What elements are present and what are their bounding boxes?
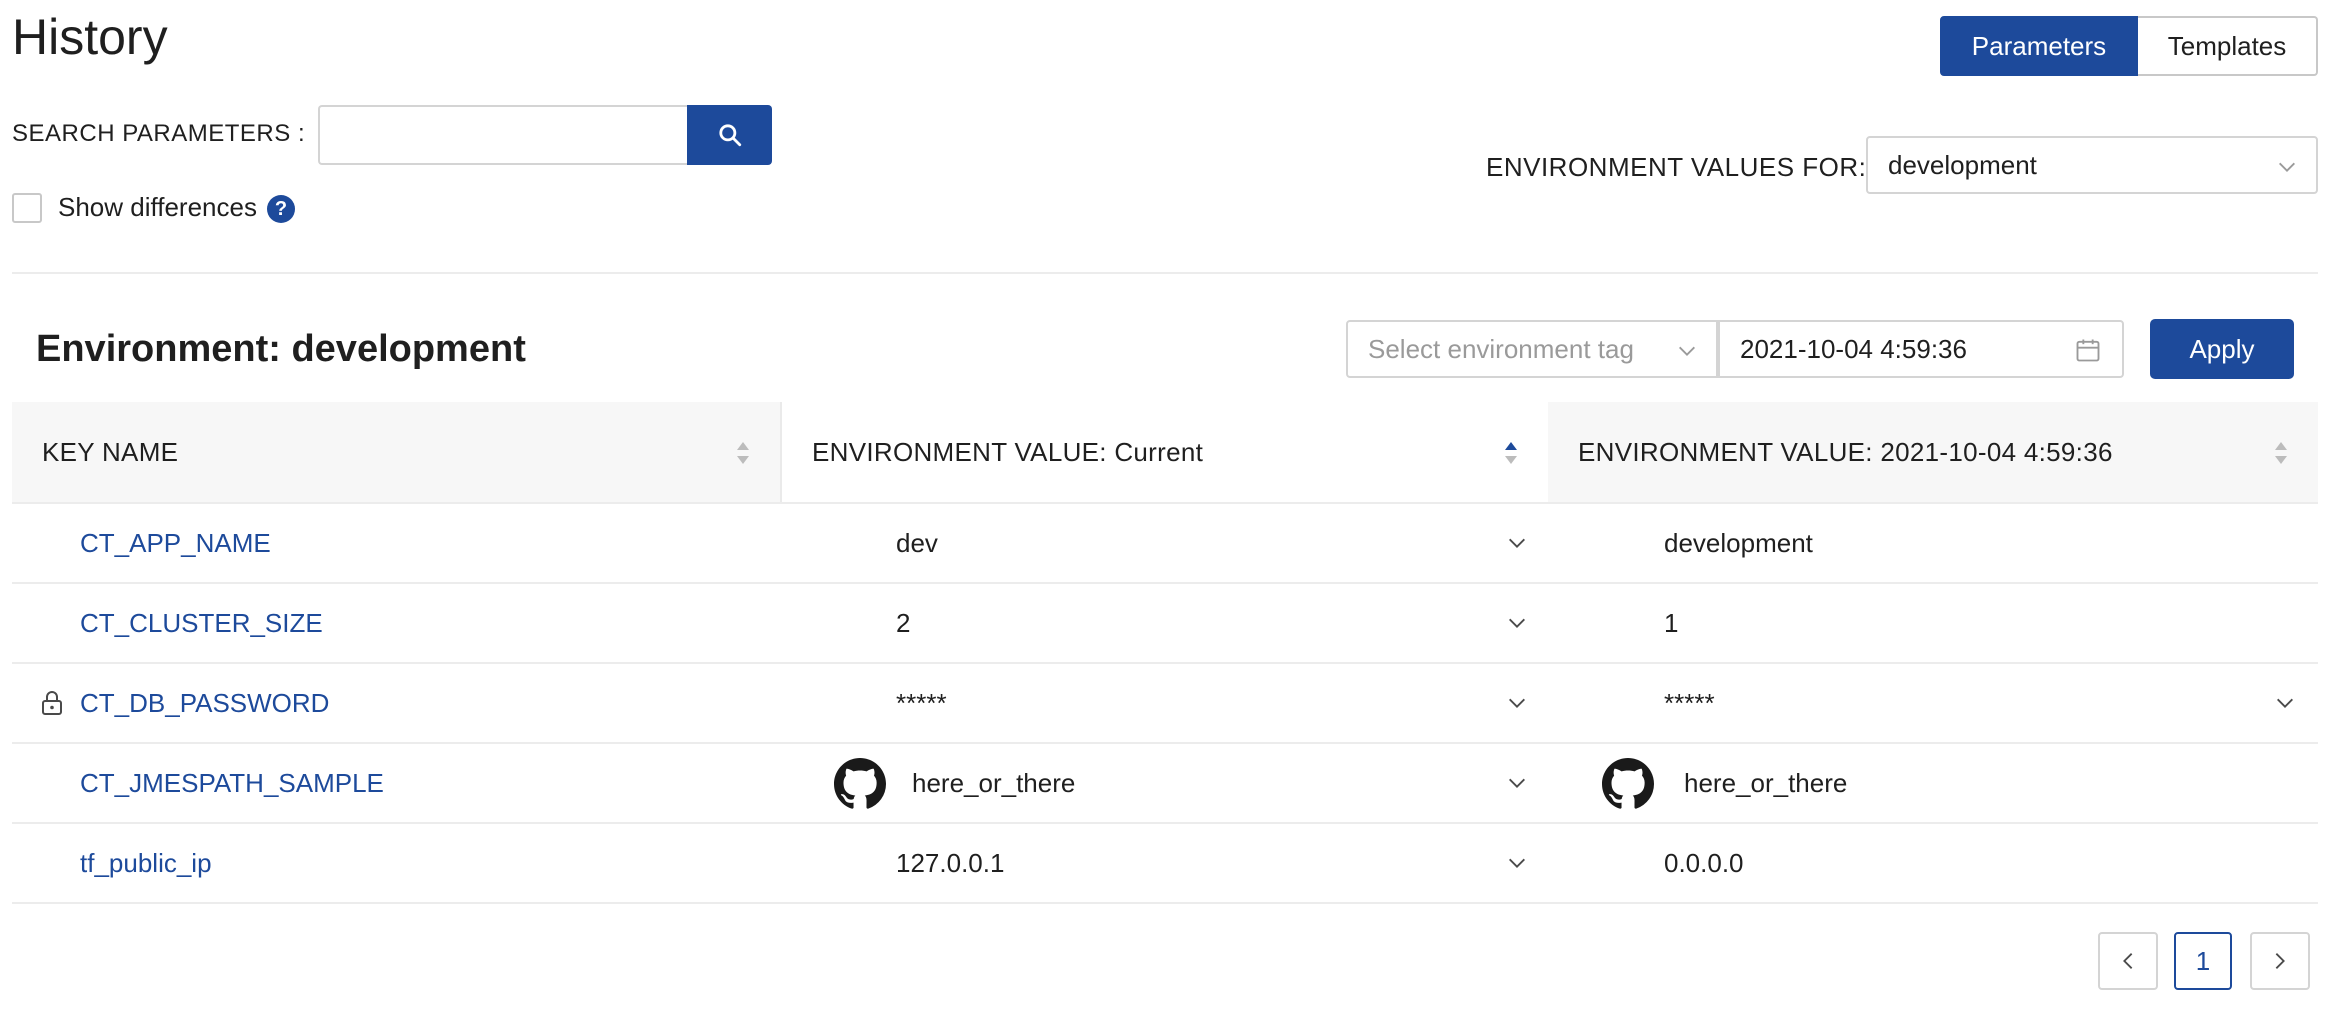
environment-values-label: ENVIRONMENT VALUES FOR: <box>1486 152 1867 182</box>
view-toggle: Parameters Templates <box>1940 16 2318 76</box>
chevron-down-icon[interactable] <box>1506 692 1528 714</box>
table-row: CT_APP_NAME dev development <box>12 504 2318 584</box>
parameters-tab-button[interactable]: Parameters <box>1940 16 2138 76</box>
section-divider <box>12 272 2318 274</box>
section-title: Environment: development <box>36 328 526 370</box>
compare-value: ***** <box>1664 687 1715 718</box>
help-icon[interactable]: ? <box>266 195 295 223</box>
table-row: CT_JMESPATH_SAMPLE here_or_there here_or… <box>12 744 2318 824</box>
pagination-prev-button[interactable] <box>2098 932 2158 990</box>
date-picker-input[interactable]: 2021-10-04 4:59:36 <box>1718 320 2124 378</box>
key-name-link[interactable]: CT_CLUSTER_SIZE <box>80 584 323 662</box>
page-title: History <box>12 9 168 65</box>
current-value: 127.0.0.1 <box>896 847 1005 878</box>
current-value: dev <box>896 527 938 558</box>
table-row: CT_CLUSTER_SIZE 2 1 <box>12 584 2318 664</box>
chevron-right-icon <box>2275 953 2285 969</box>
sort-icon[interactable] <box>1504 440 1518 466</box>
column-header-label: ENVIRONMENT VALUE: 2021-10-04 4:59:36 <box>1578 436 2113 467</box>
chevron-down-icon[interactable] <box>1506 852 1528 874</box>
date-picker-value: 2021-10-04 4:59:36 <box>1740 333 1967 364</box>
current-value: 2 <box>896 607 911 638</box>
compare-value: development <box>1664 527 1813 558</box>
github-icon <box>1602 758 1654 809</box>
column-header-compare-value[interactable]: ENVIRONMENT VALUE: 2021-10-04 4:59:36 <box>1548 402 2318 502</box>
table-row: tf_public_ip 127.0.0.1 0.0.0.0 <box>12 824 2318 904</box>
chevron-down-icon[interactable] <box>1506 772 1528 794</box>
lock-icon <box>42 691 62 715</box>
chevron-down-icon[interactable] <box>2274 692 2296 714</box>
chevron-left-icon <box>2123 953 2133 969</box>
table-row: CT_DB_PASSWORD ***** ***** <box>12 664 2318 744</box>
chevron-down-icon <box>2279 162 2295 172</box>
show-differences-label: Show differences <box>58 192 257 222</box>
pagination-page-button[interactable]: 1 <box>2174 932 2232 990</box>
current-value: ***** <box>896 687 947 718</box>
column-header-label: ENVIRONMENT VALUE: Current <box>812 436 1204 467</box>
search-icon <box>718 124 741 147</box>
apply-button[interactable]: Apply <box>2150 319 2294 379</box>
table-header: KEY NAME ENVIRONMENT VALUE: Current ENVI… <box>12 402 2318 504</box>
search-button[interactable] <box>687 105 772 165</box>
compare-value: 0.0.0.0 <box>1664 847 1744 878</box>
column-header-label: KEY NAME <box>42 436 179 467</box>
chevron-down-icon <box>1679 346 1695 356</box>
github-icon <box>834 758 886 809</box>
environment-tag-select[interactable]: Select environment tag <box>1346 320 1718 378</box>
compare-value: here_or_there <box>1684 767 1848 798</box>
show-differences-checkbox[interactable] <box>12 192 42 223</box>
parameters-table: KEY NAME ENVIRONMENT VALUE: Current ENVI… <box>12 402 2318 904</box>
environment-select[interactable]: development <box>1866 136 2318 194</box>
pagination-next-button[interactable] <box>2250 932 2310 990</box>
environment-select-value: development <box>1888 149 2037 180</box>
chevron-down-icon[interactable] <box>1506 532 1528 554</box>
key-name-link[interactable]: tf_public_ip <box>80 824 212 902</box>
key-name-link[interactable]: CT_DB_PASSWORD <box>80 664 329 742</box>
chevron-down-icon[interactable] <box>1506 612 1528 634</box>
compare-value: 1 <box>1664 607 1679 638</box>
search-parameters-label: SEARCH PARAMETERS : <box>12 120 306 147</box>
sort-icon[interactable] <box>736 440 750 466</box>
templates-tab-button[interactable]: Templates <box>2138 16 2318 76</box>
environment-tag-placeholder: Select environment tag <box>1368 333 1634 364</box>
sort-icon[interactable] <box>2274 440 2288 466</box>
calendar-icon <box>2076 339 2100 362</box>
current-value: here_or_there <box>912 767 1076 798</box>
key-name-link[interactable]: CT_JMESPATH_SAMPLE <box>80 744 384 822</box>
column-header-current-value[interactable]: ENVIRONMENT VALUE: Current <box>780 402 1548 502</box>
column-header-key-name[interactable]: KEY NAME <box>12 402 780 502</box>
key-name-link[interactable]: CT_APP_NAME <box>80 504 271 582</box>
show-differences-row: Show differences ? <box>12 192 295 223</box>
search-input[interactable] <box>318 105 688 165</box>
